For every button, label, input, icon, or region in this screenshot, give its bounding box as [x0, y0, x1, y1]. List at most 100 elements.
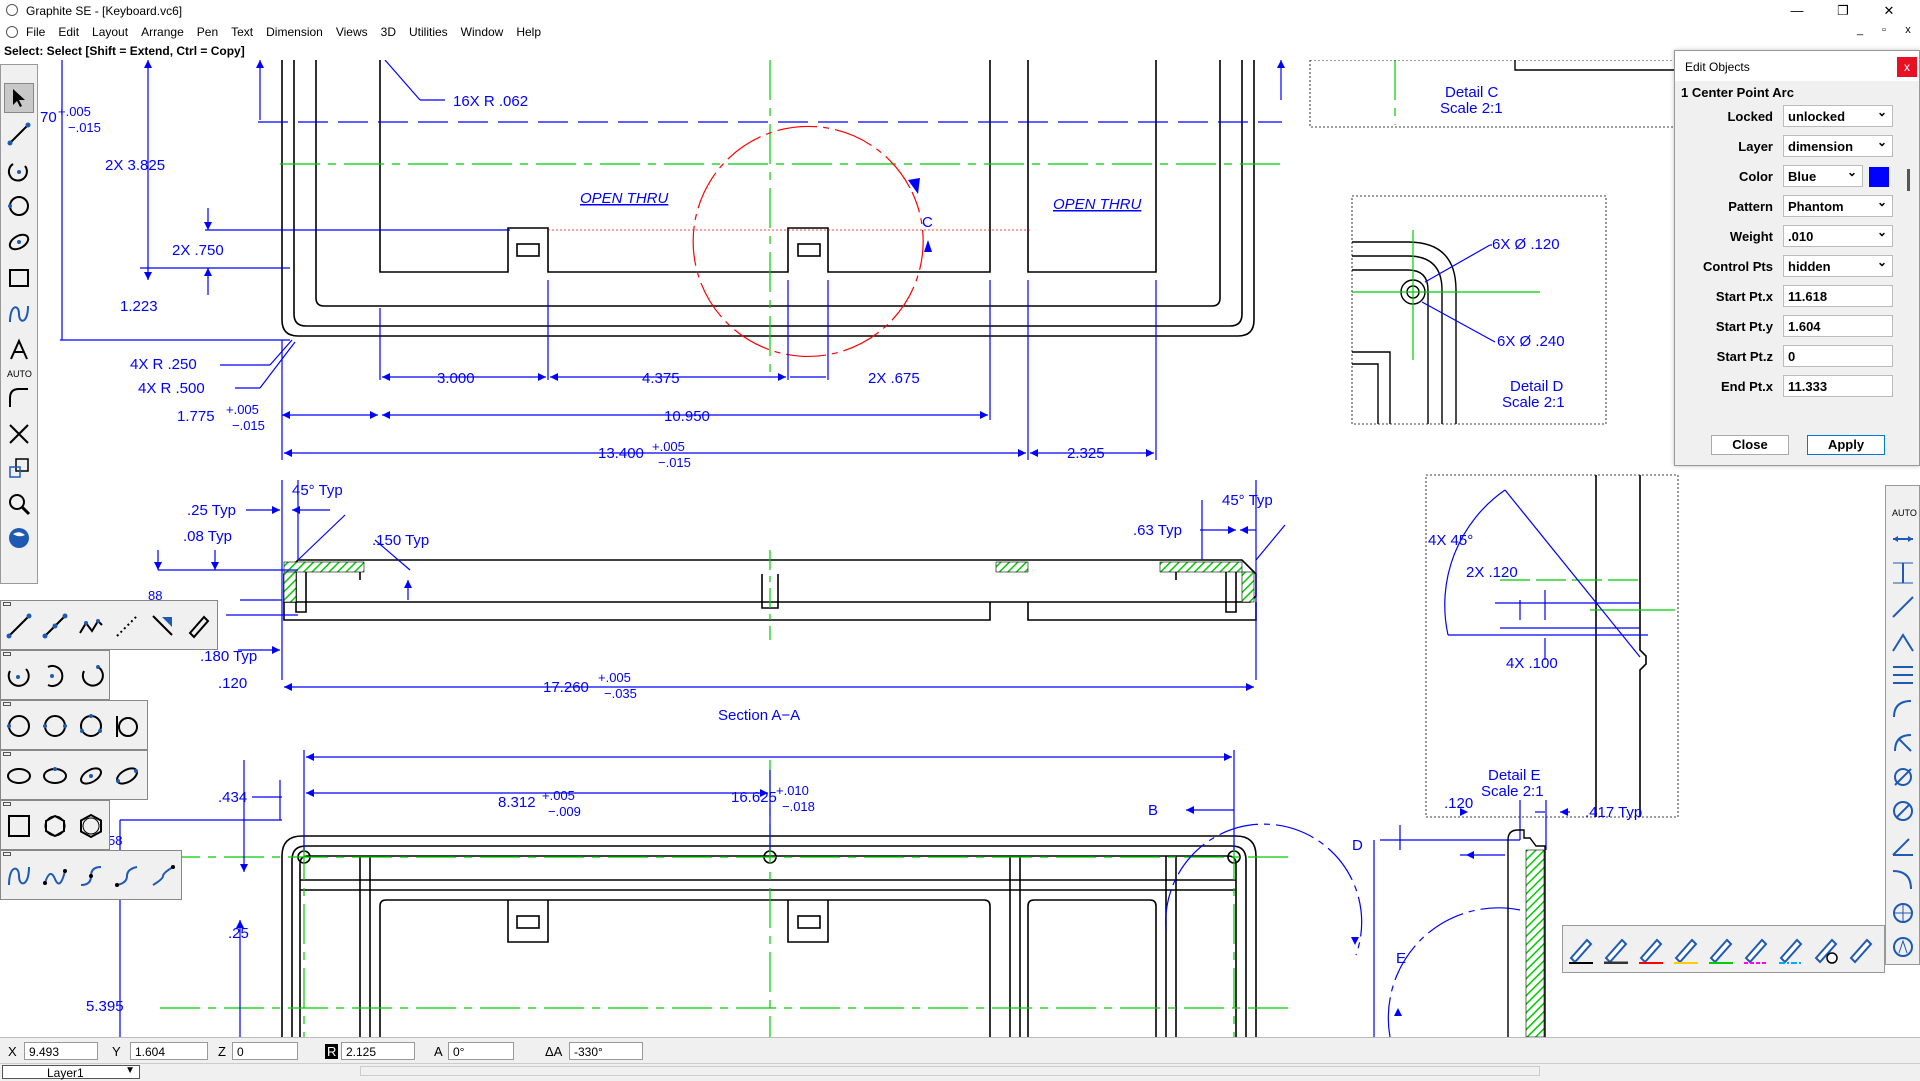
- menu-help[interactable]: Help: [516, 25, 541, 39]
- menu-arrange[interactable]: Arrange: [141, 25, 184, 39]
- zoom-tool[interactable]: [4, 489, 34, 519]
- r-input[interactable]: 2.125: [341, 1042, 415, 1060]
- spline-curve-tool[interactable]: [3, 860, 35, 892]
- menu-text[interactable]: Text: [231, 25, 253, 39]
- close-button-panel[interactable]: Close: [1711, 435, 1789, 455]
- edit-objects-titlebar[interactable]: Edit Objects: [1675, 51, 1919, 81]
- palette-grip[interactable]: [3, 752, 11, 756]
- dim-baseline-tool[interactable]: [1888, 626, 1918, 656]
- rectangle-tool[interactable]: [4, 263, 34, 293]
- arc-tangent-tool[interactable]: [75, 660, 107, 692]
- dim-aligned-tool[interactable]: [1888, 592, 1918, 622]
- y-input[interactable]: 1.604: [130, 1042, 208, 1060]
- dim-radius-tool[interactable]: [1888, 728, 1918, 758]
- circle-diameter-tool[interactable]: [39, 710, 71, 742]
- circle-tool[interactable]: [4, 191, 34, 221]
- menu-pen[interactable]: Pen: [197, 25, 218, 39]
- menu-dimension[interactable]: Dimension: [266, 25, 323, 39]
- menu-views[interactable]: Views: [336, 25, 368, 39]
- polygon-circumscribed-tool[interactable]: [75, 810, 107, 842]
- pen-black-tool[interactable]: [1565, 934, 1597, 966]
- apply-button[interactable]: Apply: [1807, 435, 1885, 455]
- menu-utilities[interactable]: Utilities: [409, 25, 448, 39]
- doc-restore-button[interactable]: ▫: [1874, 24, 1894, 36]
- color-swatch[interactable]: [1869, 167, 1889, 187]
- palette-grip[interactable]: [3, 652, 11, 656]
- z-input[interactable]: 0: [232, 1042, 298, 1060]
- doc-close-button[interactable]: x: [1898, 24, 1918, 36]
- pen-red-tool[interactable]: [1635, 934, 1667, 966]
- menu-layout[interactable]: Layout: [92, 25, 128, 39]
- nurbs-tool[interactable]: [111, 860, 143, 892]
- connected-lines-tool[interactable]: [75, 610, 107, 642]
- fillet-tool[interactable]: [4, 383, 34, 413]
- dim-chain-tool[interactable]: [1888, 660, 1918, 690]
- view-tool[interactable]: [4, 523, 34, 553]
- pen-black-thick-tool[interactable]: [1600, 934, 1632, 966]
- da-input[interactable]: -330°: [569, 1042, 643, 1060]
- x-input[interactable]: 9.493: [24, 1042, 98, 1060]
- dim-center-mark-tool[interactable]: [1888, 898, 1918, 928]
- conic-tool[interactable]: [147, 860, 179, 892]
- drawing[interactable]: 70 +.005 −.015 16X R .062 2X 3.825 2X .7…: [0, 60, 1920, 1037]
- app-icon[interactable]: [6, 4, 18, 16]
- text-tool[interactable]: [4, 335, 34, 365]
- palette-grip[interactable]: [3, 702, 11, 706]
- circle-radius-tool[interactable]: [3, 710, 35, 742]
- color-dropdown[interactable]: Blue: [1783, 165, 1863, 187]
- bspline-tool[interactable]: [75, 860, 107, 892]
- drawing-canvas[interactable]: 70 +.005 −.015 16X R .062 2X 3.825 2X .7…: [0, 60, 1920, 1037]
- palette-grip[interactable]: [3, 602, 11, 606]
- ellipse-rotated-tool[interactable]: [75, 760, 107, 792]
- panel-scrollbar[interactable]: [1905, 103, 1913, 403]
- end-x-input[interactable]: 11.333: [1783, 375, 1893, 397]
- document-icon[interactable]: [6, 26, 18, 38]
- edit-objects-close-icon[interactable]: x: [1897, 57, 1917, 77]
- locked-dropdown[interactable]: unlocked: [1783, 105, 1893, 127]
- maximize-button[interactable]: ❐: [1820, 0, 1866, 22]
- menu-edit[interactable]: Edit: [58, 25, 79, 39]
- pattern-dropdown[interactable]: Phantom: [1783, 195, 1893, 217]
- menu-window[interactable]: Window: [461, 25, 504, 39]
- double-line-tool[interactable]: [183, 610, 215, 642]
- ellipse-tool[interactable]: [4, 227, 34, 257]
- arrow-line-tool[interactable]: [147, 610, 179, 642]
- start-z-input[interactable]: 0: [1783, 345, 1893, 367]
- ellipse-center-tool[interactable]: [39, 760, 71, 792]
- pen-yellow-tool[interactable]: [1670, 934, 1702, 966]
- bezier-tool[interactable]: [39, 860, 71, 892]
- dim-ordinate-tool[interactable]: [1888, 932, 1918, 962]
- construction-line-tool[interactable]: [111, 610, 143, 642]
- line-2pt-tool[interactable]: [3, 610, 35, 642]
- dim-angular-tool[interactable]: [1888, 830, 1918, 860]
- polygon-inscribed-tool[interactable]: [39, 810, 71, 842]
- arc-tool[interactable]: [4, 155, 34, 185]
- control-pts-dropdown[interactable]: hidden: [1783, 255, 1893, 277]
- pen-default-tool[interactable]: [1845, 934, 1877, 966]
- arc-center-tool[interactable]: [39, 660, 71, 692]
- palette-grip[interactable]: [3, 852, 11, 856]
- layer-dropdown[interactable]: Layer1 ▼: [2, 1065, 140, 1080]
- pen-magenta-tool[interactable]: [1740, 934, 1772, 966]
- palette-grip[interactable]: [3, 802, 11, 806]
- polyline-tool[interactable]: [39, 610, 71, 642]
- dim-circle-tool[interactable]: [1888, 796, 1918, 826]
- ellipse-3pt-tool[interactable]: [111, 760, 143, 792]
- trim-tool[interactable]: [4, 419, 34, 449]
- start-x-input[interactable]: 11.618: [1783, 285, 1893, 307]
- square-tool[interactable]: [3, 810, 35, 842]
- dim-angle-arc-tool[interactable]: [1888, 864, 1918, 894]
- dim-arc-length-tool[interactable]: [1888, 694, 1918, 724]
- pen-cyan-tool[interactable]: [1775, 934, 1807, 966]
- circle-tangent-tool[interactable]: [111, 710, 143, 742]
- dim-horizontal-tool[interactable]: [1888, 524, 1918, 554]
- layer-dropdown[interactable]: dimension: [1783, 135, 1893, 157]
- horizontal-scrollbar[interactable]: [360, 1066, 1540, 1076]
- ellipse-axis-tool[interactable]: [3, 760, 35, 792]
- a-input[interactable]: 0°: [448, 1042, 514, 1060]
- doc-minimize-button[interactable]: _: [1850, 24, 1870, 36]
- spline-tool[interactable]: [4, 299, 34, 329]
- weight-dropdown[interactable]: .010: [1783, 225, 1893, 247]
- dim-diameter-tool[interactable]: [1888, 762, 1918, 792]
- arc-3pt-tool[interactable]: [3, 660, 35, 692]
